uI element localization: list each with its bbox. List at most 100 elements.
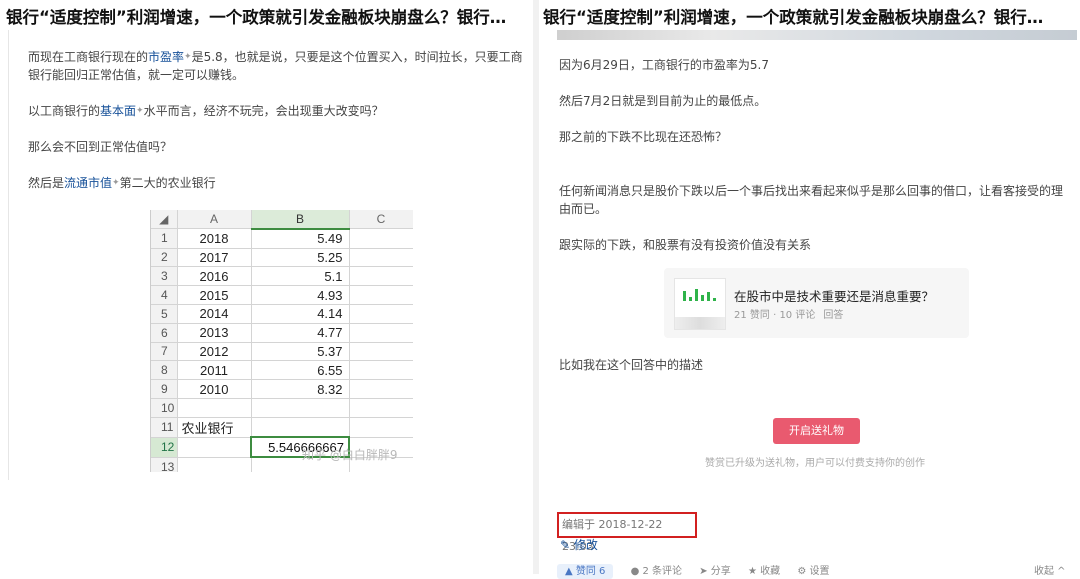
paragraph-market-cap: 然后是流通市值✦第二大的农业银行 — [28, 176, 216, 190]
linked-answer-card[interactable]: 在股市中是技术重要还是消息重要？ 21 赞同 · 10 评论 回答 — [664, 268, 969, 338]
spreadsheet-table: ◢ A B C 1 2018 5.49 2 2017 5.25 3 2016 5.1 4 2015 4… — [151, 210, 413, 472]
cell-empty — [349, 228, 413, 249]
external-link-icon: ✦ — [112, 178, 120, 188]
spreadsheet-row: 9 2010 8.32 — [151, 379, 413, 399]
action-bar: ▲ 赞同 6 ● 2 条评论 ➤ 分享 ★ 收藏 ⚙ 设置 — [557, 562, 844, 579]
answer-thumbnail — [674, 278, 726, 330]
modify-button[interactable]: ✎ 修改 — [560, 536, 598, 553]
row-number: 11 — [151, 417, 178, 438]
cell-empty — [349, 342, 413, 362]
cell-empty — [349, 379, 413, 399]
edit-timestamp: 编辑于 2018-12-22 23:03 — [557, 512, 697, 553]
row-number: 10 — [151, 398, 178, 418]
row-number: 4 — [151, 285, 178, 305]
image-strip — [557, 30, 1077, 40]
column-header: A — [177, 210, 252, 230]
spreadsheet-row: 11 农业银行 — [151, 417, 413, 438]
cell-empty — [349, 304, 413, 324]
paragraph-pe: 而现在工商银行现在的市盈率✦是5.8，也就是说，只要是这个位置买入，时间拉长，只… — [28, 50, 523, 82]
paragraph: 跟实际的下跌，和股票有没有投资价值没有关系 — [559, 238, 812, 252]
row-number: 7 — [151, 342, 178, 362]
row-number: 1 — [151, 228, 178, 249]
send-gift-button[interactable]: 开启送礼物 — [773, 418, 860, 444]
column-header: C — [349, 210, 413, 230]
row-number: 8 — [151, 360, 178, 381]
cell-year: 2016 — [177, 266, 252, 287]
cell-year: 2011 — [177, 360, 252, 381]
upvote-button[interactable]: ▲ 赞同 6 — [557, 564, 614, 579]
column-header: B — [251, 210, 350, 230]
paragraph-question: 那么会不回到正常估值吗？ — [28, 140, 173, 154]
comment-button[interactable]: ● 2 条评论 — [631, 566, 682, 577]
link-fundamentals[interactable]: 基本面 — [100, 104, 136, 118]
spreadsheet-header-row: ◢ A B C — [151, 210, 413, 230]
paragraph: 然后7月2日就是到目前为止的最低点。 — [559, 94, 767, 108]
cell-pe-value: 8.32 — [251, 379, 350, 399]
cell-pe-value: 4.14 — [251, 304, 350, 324]
row-number: 3 — [151, 266, 178, 287]
cell-year: 2015 — [177, 285, 252, 305]
spreadsheet-row: 8 2011 6.55 — [151, 360, 413, 381]
answer-tag: 回答 — [823, 310, 844, 321]
spreadsheet-row: 2 2017 5.25 — [151, 248, 413, 268]
left-page-title: 银行“适度控制”利润增速，一个政策就引发金融板块崩盘么？银行… — [0, 0, 533, 30]
cell-empty — [349, 285, 413, 305]
pencil-icon: ✎ — [560, 538, 571, 552]
spreadsheet-row: 7 2012 5.37 — [151, 342, 413, 362]
favorite-button[interactable]: ★ 收藏 — [748, 566, 780, 577]
row-number: 5 — [151, 304, 178, 324]
cell-empty — [349, 266, 413, 287]
cell-empty — [349, 360, 413, 381]
gift-note: 赞赏已升级为送礼物，用户可以付费支持你的创作 — [705, 458, 925, 469]
cell-pe-value — [251, 398, 350, 418]
link-pe-ratio[interactable]: 市盈率 — [148, 50, 184, 64]
spreadsheet-row: 5 2014 4.14 — [151, 304, 413, 324]
paragraph: 比如我在这个回答中的描述 — [559, 358, 704, 372]
cell-year: 2018 — [177, 228, 252, 249]
cell-year: 2012 — [177, 342, 252, 362]
cell-year: 2017 — [177, 248, 252, 268]
collapse-button[interactable]: 收起 ^ — [1034, 562, 1066, 577]
spreadsheet-row: 10 — [151, 398, 413, 418]
cell-year: 2014 — [177, 304, 252, 324]
answer-question-title[interactable]: 在股市中是技术重要还是消息重要？ — [734, 286, 934, 305]
cell-year — [177, 457, 252, 472]
cell-year: 农业银行 — [177, 417, 252, 438]
cell-empty — [349, 417, 413, 438]
zhihu-watermark: 知乎 @白白胖胖9 — [302, 448, 398, 462]
row-number: 13 — [151, 457, 178, 472]
cell-year — [177, 398, 252, 418]
paragraph: 因为6月29日，工商银行的市盈率为5.7 — [559, 58, 769, 72]
row-number: 9 — [151, 379, 178, 399]
content-border — [8, 30, 9, 480]
share-button[interactable]: ➤ 分享 — [699, 566, 731, 577]
external-link-icon: ✦ — [184, 52, 192, 62]
spreadsheet-row: 6 2013 4.77 — [151, 323, 413, 343]
cell-year — [177, 437, 252, 458]
settings-button[interactable]: ⚙ 设置 — [797, 566, 829, 577]
spreadsheet-row: 3 2016 5.1 — [151, 266, 413, 287]
row-number: 12 — [151, 437, 178, 458]
link-market-cap[interactable]: 流通市值 — [64, 176, 112, 190]
paragraph: 那之前的下跌不比现在还恐怖？ — [559, 130, 728, 144]
left-article-panel: 银行“适度控制”利润增速，一个政策就引发金融板块崩盘么？银行… 而现在工商银行现… — [0, 0, 533, 574]
cell-empty — [349, 398, 413, 418]
cell-year: 2013 — [177, 323, 252, 343]
paragraph-example: 比如我在这个回答中的描述 — [559, 356, 1071, 392]
paragraph-fundamentals: 以工商银行的基本面✦水平而言，经济不玩完，会出现重大改变吗？ — [28, 104, 384, 118]
right-page-title: 银行“适度控制”利润增速，一个政策就引发金融板块崩盘么？银行… — [539, 0, 1080, 30]
cell-pe-value: 4.93 — [251, 285, 350, 305]
right-article-body: 因为6月29日，工商银行的市盈率为5.7 然后7月2日就是到目前为止的最低点。 … — [559, 56, 1071, 272]
cell-pe-value: 4.77 — [251, 323, 350, 343]
left-article-body: 而现在工商银行现在的市盈率✦是5.8，也就是说，只要是这个位置买入，时间拉长，只… — [28, 48, 533, 210]
paragraph: 任何新闻消息只是股价下跌以后一个事后找出来看起来似乎是那么回事的借口，让看客接受… — [559, 184, 1064, 216]
cell-pe-value: 5.25 — [251, 248, 350, 268]
cell-pe-value — [251, 417, 350, 438]
external-link-icon: ✦ — [136, 106, 144, 116]
cell-empty — [349, 248, 413, 268]
spreadsheet-row: 1 2018 5.49 — [151, 228, 413, 249]
cell-pe-value: 6.55 — [251, 360, 350, 381]
spreadsheet-row: 4 2015 4.93 — [151, 285, 413, 305]
cell-pe-value: 5.37 — [251, 342, 350, 362]
row-number: 2 — [151, 248, 178, 268]
